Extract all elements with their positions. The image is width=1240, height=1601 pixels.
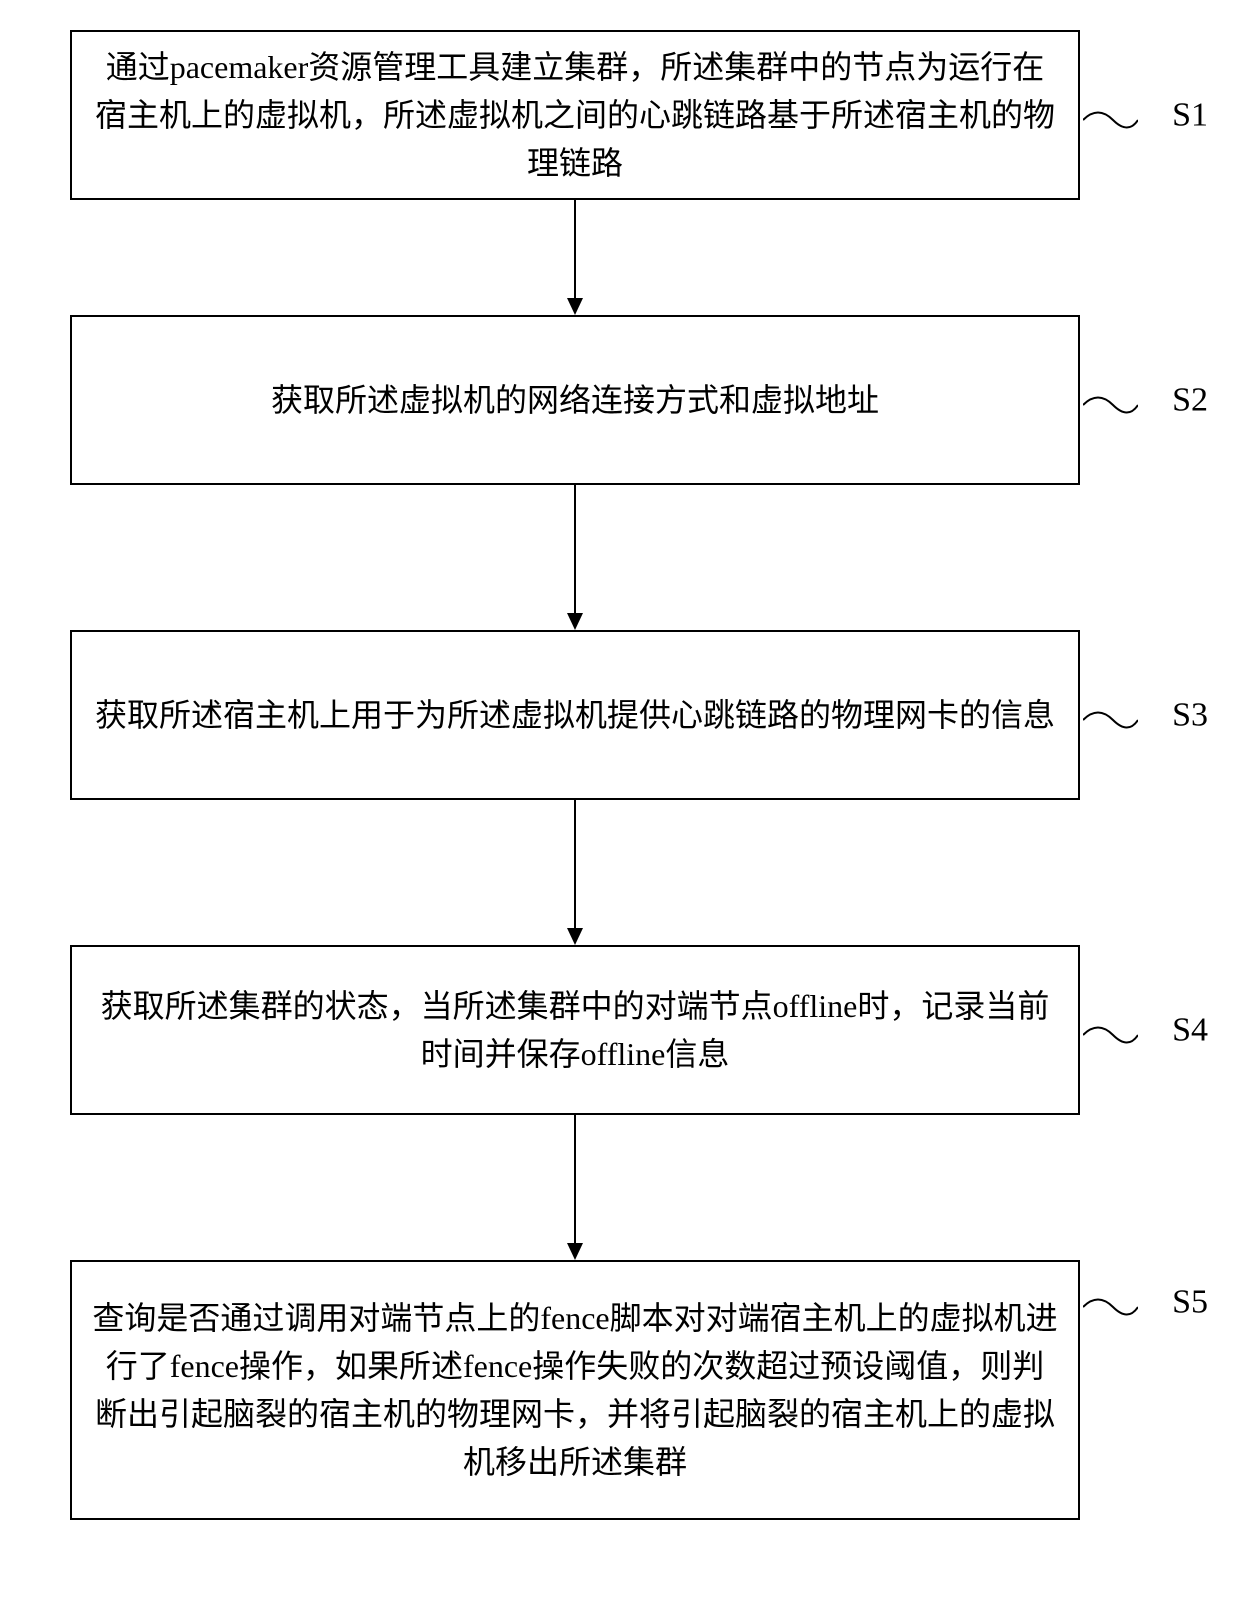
step-label: S2	[1172, 375, 1208, 426]
label-connector	[1083, 100, 1138, 130]
step-box-s5: 查询是否通过调用对端节点上的fence脚本对对端宿主机上的虚拟机进行了fence…	[70, 1260, 1080, 1520]
arrow-connector	[70, 1115, 1080, 1260]
step-text: 获取所述集群的状态，当所述集群中的对端节点offline时，记录当前时间并保存o…	[92, 982, 1058, 1078]
label-connector	[1083, 1287, 1138, 1317]
step-box-s3: 获取所述宿主机上用于为所述虚拟机提供心跳链路的物理网卡的信息 S3	[70, 630, 1080, 800]
step-text: 通过pacemaker资源管理工具建立集群，所述集群中的节点为运行在宿主机上的虚…	[92, 43, 1058, 187]
step-box-s4: 获取所述集群的状态，当所述集群中的对端节点offline时，记录当前时间并保存o…	[70, 945, 1080, 1115]
arrow-connector	[70, 200, 1080, 315]
label-connector	[1083, 1015, 1138, 1045]
step-label: S3	[1172, 690, 1208, 741]
step-label: S5	[1172, 1277, 1208, 1328]
step-box-s2: 获取所述虚拟机的网络连接方式和虚拟地址 S2	[70, 315, 1080, 485]
step-label: S4	[1172, 1005, 1208, 1056]
arrow-connector	[70, 485, 1080, 630]
flowchart-container: 通过pacemaker资源管理工具建立集群，所述集群中的节点为运行在宿主机上的虚…	[70, 30, 1080, 1520]
arrow-connector	[70, 800, 1080, 945]
step-label: S1	[1172, 90, 1208, 141]
label-connector	[1083, 385, 1138, 415]
step-text: 查询是否通过调用对端节点上的fence脚本对对端宿主机上的虚拟机进行了fence…	[92, 1294, 1058, 1486]
step-text: 获取所述虚拟机的网络连接方式和虚拟地址	[271, 376, 879, 424]
step-text: 获取所述宿主机上用于为所述虚拟机提供心跳链路的物理网卡的信息	[95, 691, 1055, 739]
step-box-s1: 通过pacemaker资源管理工具建立集群，所述集群中的节点为运行在宿主机上的虚…	[70, 30, 1080, 200]
label-connector	[1083, 700, 1138, 730]
